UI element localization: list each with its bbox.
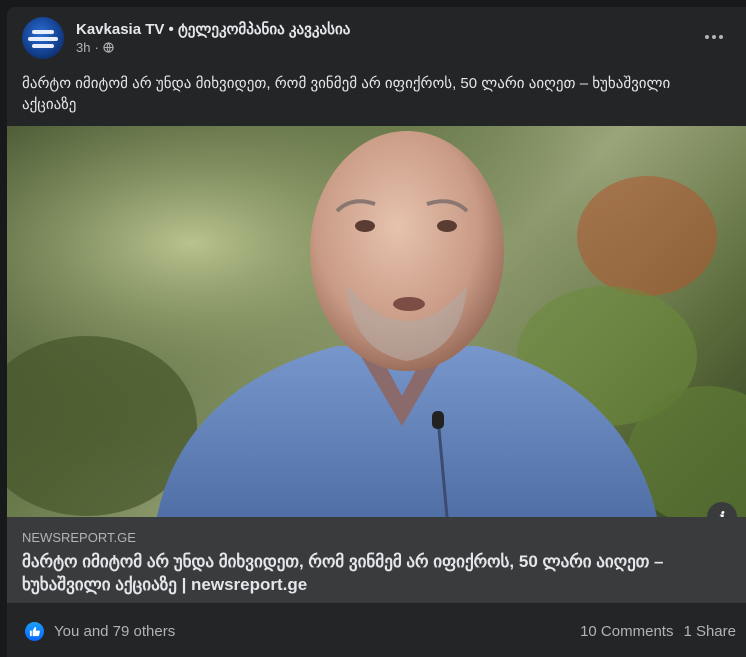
more-options-icon[interactable]: [696, 23, 732, 51]
post-time[interactable]: 3h: [76, 40, 90, 55]
reactors-link[interactable]: You and 79 others: [54, 623, 175, 640]
link-preview[interactable]: NEWSREPORT.GE მარტო იმიტომ არ უნდა მიხვი…: [7, 517, 746, 603]
meta-separator: ·: [94, 40, 99, 55]
engagement-counts: 10 Comments 1 Share: [580, 623, 736, 640]
like-icon[interactable]: [25, 622, 44, 641]
post-caption: მარტო იმიტომ არ უნდა მიხვიდეთ, რომ ვინმე…: [22, 75, 671, 113]
link-title[interactable]: მარტო იმიტომ არ უნდა მიხვიდეთ, რომ ვინმე…: [22, 550, 722, 596]
globe-icon: [103, 42, 114, 53]
page-name-link[interactable]: Kavkasia TV • ტელეკომპანია კავკასია: [76, 20, 350, 38]
shares-count-link[interactable]: 1 Share: [683, 623, 736, 640]
comments-count-link[interactable]: 10 Comments: [580, 623, 673, 640]
page-avatar[interactable]: [22, 17, 64, 59]
logo-bar: [32, 44, 54, 48]
logo-bar: [32, 30, 54, 34]
logo-bar: [28, 37, 58, 41]
portrait-image: [7, 126, 746, 517]
post-footer: You and 79 others 10 Comments 1 Share: [7, 603, 746, 657]
thumbs-up-icon: [29, 626, 40, 637]
post-meta: 3h ·: [76, 40, 114, 55]
post-card: Kavkasia TV • ტელეკომპანია კავკასია 3h ·…: [7, 7, 746, 657]
post-photo[interactable]: i: [7, 126, 746, 517]
link-domain: NEWSREPORT.GE: [22, 530, 136, 545]
post-header: Kavkasia TV • ტელეკომპანია კავკასია 3h ·: [22, 17, 732, 61]
